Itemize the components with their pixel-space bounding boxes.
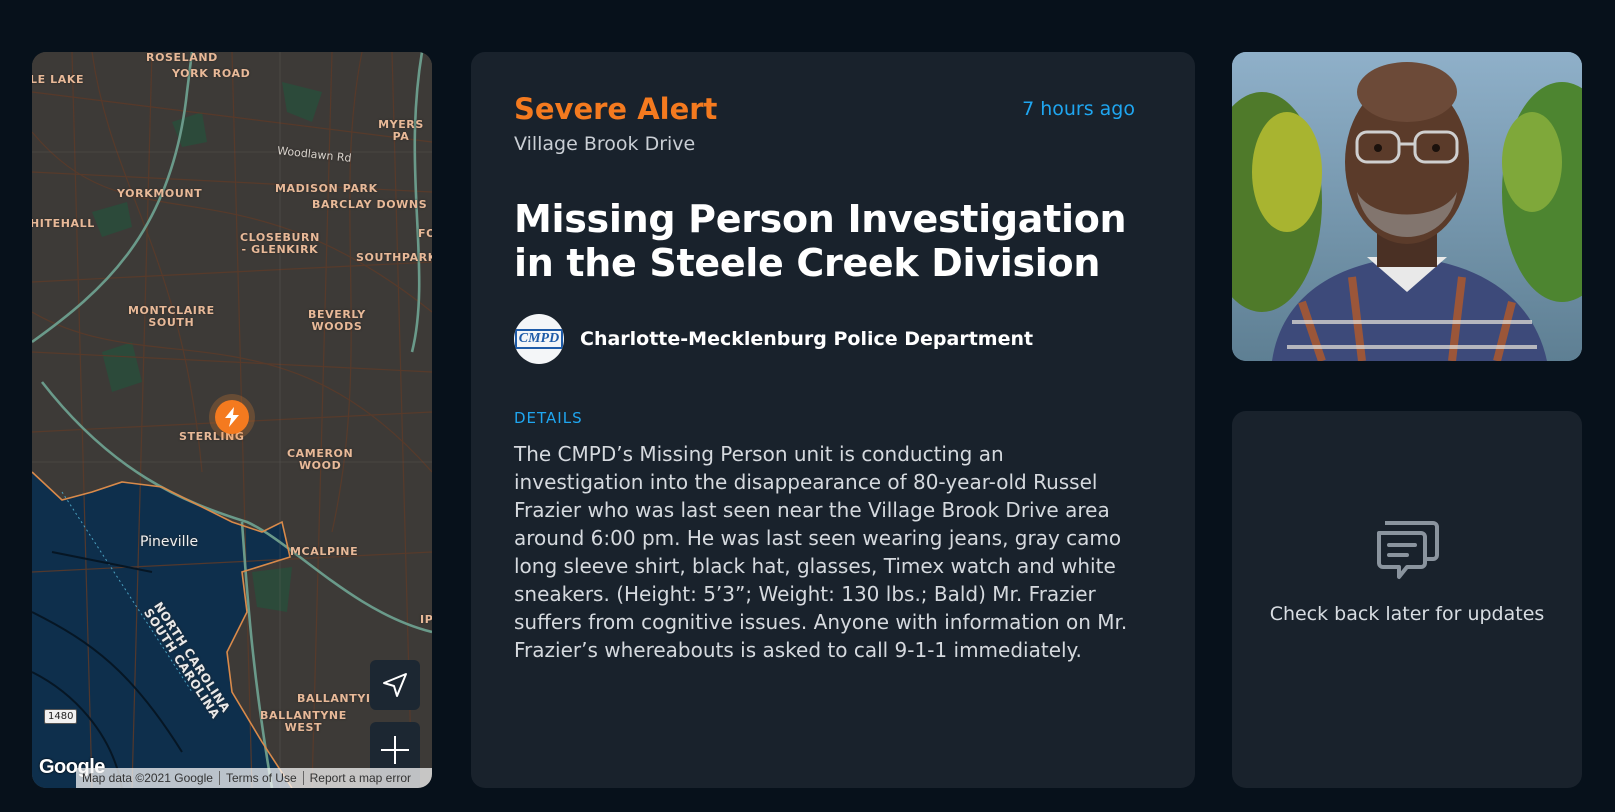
chat-bubbles-icon xyxy=(1377,521,1439,579)
navigation-arrow-icon xyxy=(383,673,407,697)
severity-label: Severe Alert xyxy=(514,92,718,126)
lightning-icon xyxy=(225,407,239,427)
map-label-lake: LE LAKE xyxy=(32,73,85,86)
map-panel[interactable]: ROSELAND YORK ROAD LE LAKE MYERS PA Wood… xyxy=(32,52,432,788)
map-label-pineville: Pineville xyxy=(140,534,199,550)
map-label-myers-park: MYERS PA xyxy=(378,118,424,143)
agency-logo: CMPD xyxy=(514,314,564,364)
details-text: The CMPD’s Missing Person unit is conduc… xyxy=(514,442,1128,662)
locate-me-button[interactable] xyxy=(370,660,420,710)
alert-location: Village Brook Drive xyxy=(514,133,696,155)
map-label-closeburn: CLOSEBURN - GLENKIRK xyxy=(240,231,320,256)
person-photo-image xyxy=(1232,52,1582,361)
missing-person-photo[interactable] xyxy=(1232,52,1582,361)
map-data-credit: Map data ©2021 Google xyxy=(76,771,220,785)
updates-panel: Check back later for updates xyxy=(1232,411,1582,788)
agency-info[interactable]: CMPD Charlotte-Mecklenburg Police Depart… xyxy=(514,314,1033,364)
agency-name: Charlotte-Mecklenburg Police Department xyxy=(580,328,1034,350)
zoom-in-button[interactable] xyxy=(370,725,420,775)
map-label-whitehall: HITEHALL xyxy=(32,217,95,230)
agency-logo-text: CMPD xyxy=(514,329,564,349)
map-label-mcalpine: MCALPINE xyxy=(290,545,359,558)
alert-timestamp: 7 hours ago xyxy=(1022,98,1135,120)
map-label-ballantyne-west: BALLANTYNE WEST xyxy=(260,709,347,734)
report-map-error-link[interactable]: Report a map error xyxy=(304,771,417,785)
alert-location-marker[interactable] xyxy=(209,394,255,440)
map-label-yorkmount: YORKMOUNT xyxy=(117,187,203,200)
map-label-southpark: SOUTHPARK xyxy=(356,251,432,264)
map-label-cameron-wood: CAMERON WOOD xyxy=(287,447,354,472)
map-label-york-road: YORK ROAD xyxy=(172,67,251,80)
details-heading: DETAILS xyxy=(514,409,583,427)
highway-shield: 1480 xyxy=(44,709,78,724)
map-label-ip: IP xyxy=(420,613,432,626)
terms-of-use-link[interactable]: Terms of Use xyxy=(220,771,304,785)
map-attribution-bar: Map data ©2021 Google Terms of Use Repor… xyxy=(76,768,432,788)
map-label-montclaire: MONTCLAIRE SOUTH xyxy=(128,304,215,329)
alert-detail-card: Severe Alert 7 hours ago Village Brook D… xyxy=(471,52,1195,788)
updates-message: Check back later for updates xyxy=(1269,603,1545,625)
map-label-fo: FO xyxy=(418,227,432,240)
map-label-ballantyne: BALLANTYI xyxy=(297,692,371,705)
plus-icon xyxy=(381,735,409,764)
map-label-roseland: ROSELAND xyxy=(146,52,218,64)
map-label-madison-park: MADISON PARK xyxy=(275,182,378,195)
map-label-barclay-downs: BARCLAY DOWNS xyxy=(312,198,428,211)
alert-title: Missing Person Investigation in the Stee… xyxy=(514,197,1127,285)
map-label-beverly-woods: BEVERLY WOODS xyxy=(308,308,366,333)
